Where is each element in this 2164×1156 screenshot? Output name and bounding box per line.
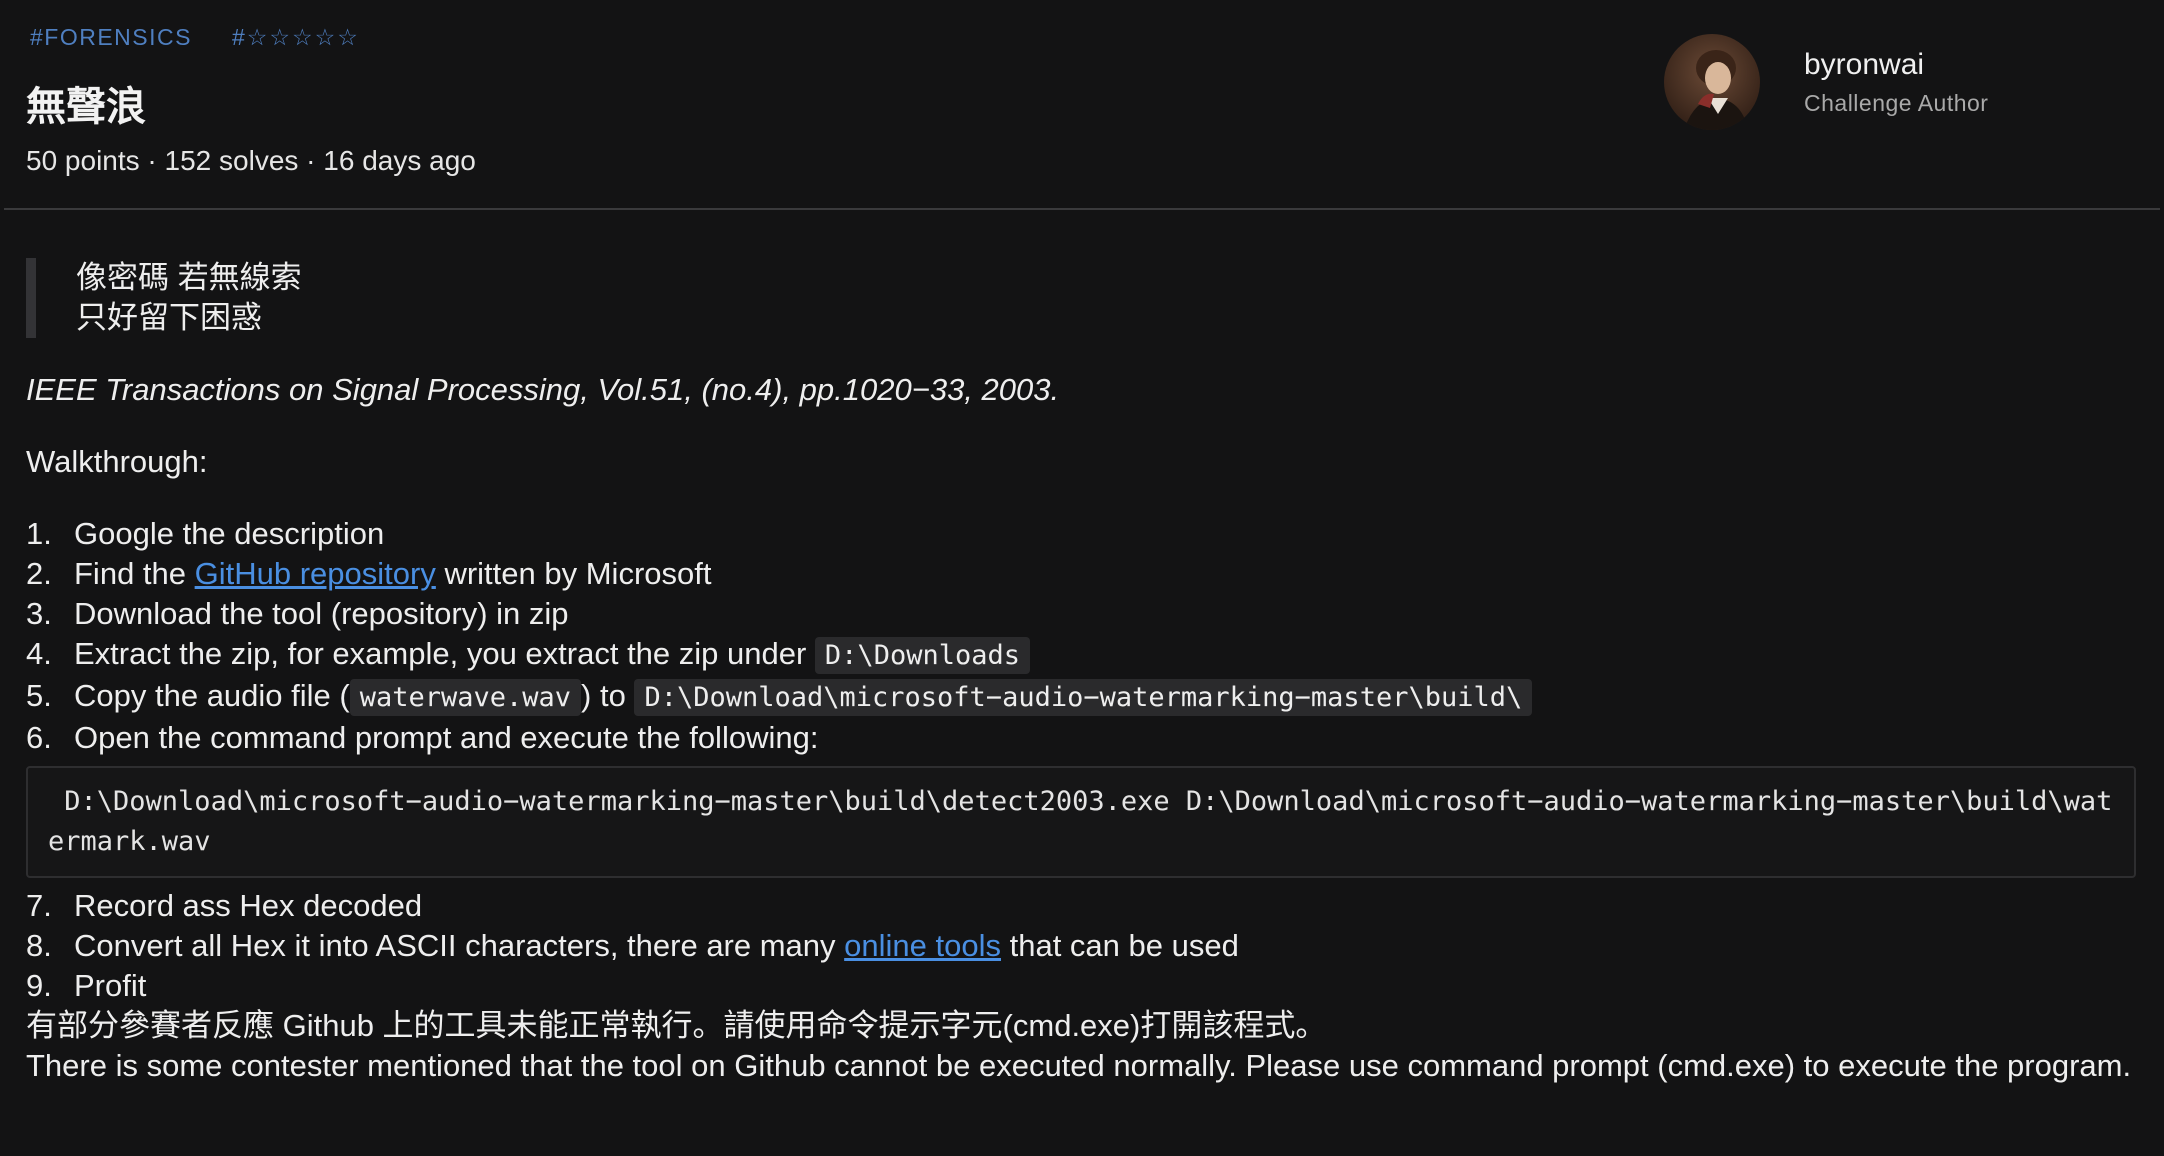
step-number: 1. [26, 516, 52, 551]
inline-code: D:\Download\microsoft−audio−watermarking… [634, 679, 1533, 716]
step-text: Extract the zip, for example, you extrac… [74, 636, 815, 671]
step-number: 9. [26, 968, 52, 1003]
avatar[interactable] [1664, 34, 1760, 130]
step-text: Download the tool (repository) in zip [74, 596, 569, 631]
list-item: 9. Profit [26, 966, 2136, 1006]
challenge-title: 無聲浪 [26, 85, 146, 129]
step-text: Open the command prompt and execute the … [74, 720, 819, 755]
step-number: 8. [26, 928, 52, 963]
challenge-description: 像密碼 若無線索 只好留下困惑 IEEE Transactions on Sig… [26, 258, 2136, 1086]
step-text: Record ass Hex decoded [74, 888, 423, 923]
step-text: Find the [74, 556, 195, 591]
list-item: 2. Find the GitHub repository written by … [26, 554, 2136, 594]
author-role: Challenge Author [1804, 89, 1989, 116]
citation-text: IEEE Transactions on Signal Processing, … [26, 372, 1060, 407]
step-text: written by Microsoft [435, 556, 712, 591]
list-item: 3. Download the tool (repository) in zip [26, 594, 2136, 634]
avatar-portrait-icon [1664, 34, 1760, 130]
step-number: 7. [26, 888, 52, 923]
online-tools-link[interactable]: online tools [844, 928, 1001, 963]
step-number: 3. [26, 596, 52, 631]
step-text: Google the description [74, 516, 385, 551]
step-number: 2. [26, 556, 52, 591]
walkthrough-steps: 1. Google the description 2. Find the GitH… [26, 514, 2136, 758]
category-tag[interactable]: #FORENSICS [30, 24, 192, 51]
author-card[interactable]: byronwai Challenge Author [1664, 34, 1988, 130]
inline-code: D:\Downloads [814, 637, 1030, 674]
github-repository-link[interactable]: GitHub repository [195, 556, 436, 591]
description-quote: 像密碼 若無線索 只好留下困惑 [26, 258, 2136, 338]
step-number: 4. [26, 636, 52, 671]
step-number: 5. [26, 678, 52, 713]
note-english: There is some contester mentioned that t… [26, 1048, 2132, 1083]
list-item: 1. Google the description [26, 514, 2136, 554]
command-code-block: D:\Download\microsoft−audio−watermarking… [26, 766, 2136, 878]
walkthrough-steps-continued: 7. Record ass Hex decoded 8. Convert all H… [26, 886, 2136, 1006]
inline-code: waterwave.wav [349, 679, 582, 716]
challenge-page: #FORENSICS #☆☆☆☆☆ 無聲浪 50 points · 152 so… [0, 0, 2164, 1156]
list-item: 8. Convert all Hex it into ASCII characte… [26, 926, 2136, 966]
step-text: Convert all Hex it into ASCII characters… [74, 928, 845, 963]
list-item: 6. Open the command prompt and execute th… [26, 718, 2136, 758]
step-text: Profit [74, 968, 147, 1003]
difficulty-tag[interactable]: #☆☆☆☆☆ [232, 24, 360, 51]
author-info: byronwai Challenge Author [1804, 48, 1988, 117]
step-text: Copy the audio file ( [74, 678, 350, 713]
step-text: that can be used [1001, 928, 1239, 963]
quote-line: 只好留下困惑 [76, 300, 262, 335]
challenge-meta: 50 points · 152 solves · 16 days ago [26, 145, 476, 176]
step-text: ) to [581, 678, 635, 713]
quote-line: 像密碼 若無線索 [76, 260, 302, 295]
list-item: 7. Record ass Hex decoded [26, 886, 2136, 926]
walkthrough-heading: Walkthrough: [26, 444, 208, 479]
tag-list: #FORENSICS #☆☆☆☆☆ [30, 24, 360, 51]
list-item: 4. Extract the zip, for example, you extr… [26, 634, 2136, 676]
list-item: 5. Copy the audio file (waterwave.wav) to… [26, 676, 2136, 718]
header-divider [4, 208, 2160, 210]
author-name[interactable]: byronwai [1804, 48, 1988, 82]
note-chinese: 有部分參賽者反應 Github 上的工具未能正常執行。請使用命令提示字元(cmd… [26, 1008, 1327, 1043]
step-number: 6. [26, 720, 52, 755]
